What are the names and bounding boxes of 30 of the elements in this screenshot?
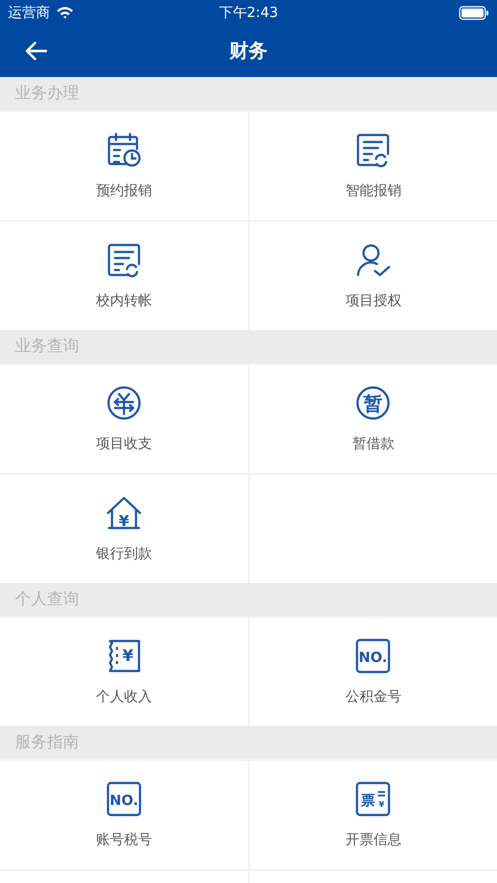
section-title: 业务办理 xyxy=(15,83,79,104)
menu-tile[interactable]: 项目收支 xyxy=(0,365,248,473)
battery-icon xyxy=(459,6,489,20)
section-title: 服务指南 xyxy=(15,732,79,753)
document-refresh-icon xyxy=(106,242,142,278)
carrier-name: 运营商 xyxy=(8,4,50,22)
number-icon: NO. xyxy=(106,781,142,817)
menu-tile[interactable]: NO. 公积金号 xyxy=(250,618,497,726)
menu-tile[interactable]: 项目授权 xyxy=(250,222,497,330)
menu-tile[interactable]: 校内转帐 xyxy=(0,222,248,330)
menu-tile[interactable]: NO. 账号税号 xyxy=(0,761,248,869)
status-time: 下午2:43 xyxy=(218,4,278,22)
menu-tile[interactable]: 暂 暂借款 xyxy=(250,365,497,473)
back-arrow-icon[interactable] xyxy=(25,41,47,61)
page-title: 财务 xyxy=(230,39,268,64)
menu-tile[interactable]: 票 ¥ 开票信息 xyxy=(250,761,497,869)
section-title: 个人查询 xyxy=(15,589,79,610)
calendar-clock-icon xyxy=(106,132,142,168)
menu-tile[interactable]: ¥ 个人收入 xyxy=(0,618,248,726)
section-title: 业务查询 xyxy=(15,336,79,357)
invoice-icon: 票 ¥ xyxy=(355,781,392,817)
menu-tile[interactable]: 预约报销 xyxy=(0,112,248,220)
wifi-icon xyxy=(56,6,74,19)
person-check-icon xyxy=(355,242,392,278)
glyph-text: 暂 xyxy=(364,393,383,415)
document-refresh-icon xyxy=(355,132,392,168)
menu-tile[interactable]: 智能报销 xyxy=(250,112,497,220)
exchange-circle-icon xyxy=(106,385,142,421)
number-icon: NO. xyxy=(355,638,392,674)
menu-tile[interactable]: ¥ 银行到款 xyxy=(0,475,248,583)
